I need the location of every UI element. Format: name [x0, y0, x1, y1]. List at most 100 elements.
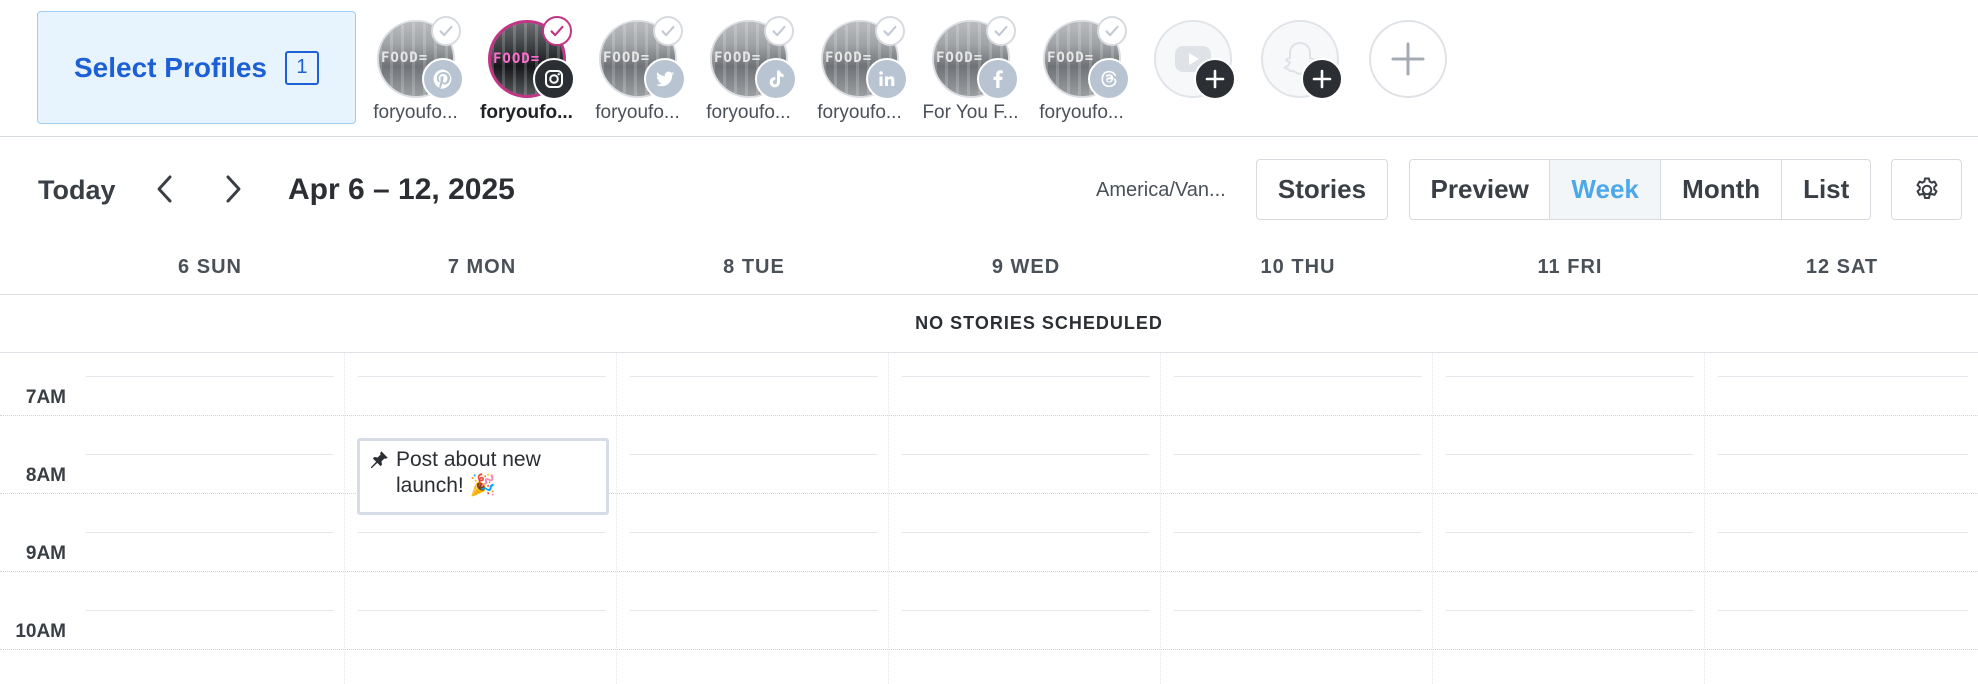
profile-name: foryoufo...: [480, 102, 573, 123]
plus-icon: [1301, 58, 1343, 100]
day-header-tue: 8 TUE: [723, 256, 785, 278]
avatar-logo-text: FOOD=: [381, 50, 429, 66]
linkedin-icon: [866, 58, 908, 100]
day-header-thu: 10 THU: [1260, 256, 1336, 278]
day-header-fri: 11 FRI: [1537, 256, 1603, 278]
grid-line: [1718, 454, 1968, 455]
avatar-logo-text: FOOD=: [493, 51, 541, 67]
profile-twitter[interactable]: FOOD= foryoufo...: [582, 16, 693, 130]
instagram-icon: [533, 58, 575, 100]
add-snapchat-profile-button[interactable]: [1261, 20, 1343, 100]
next-week-button[interactable]: [213, 169, 253, 209]
column-divider: [1704, 353, 1705, 684]
profile-tiktok[interactable]: FOOD= foryoufo...: [693, 16, 804, 130]
no-stories-text: NO STORIES SCHEDULED: [915, 313, 1163, 333]
profile-instagram[interactable]: FOOD= foryoufo...: [471, 16, 582, 130]
grid-line: [0, 649, 1978, 650]
view-week-button[interactable]: Week: [1550, 160, 1661, 219]
profile-threads[interactable]: FOOD= foryoufo...: [1026, 16, 1137, 130]
profile-name: foryoufo...: [706, 102, 791, 123]
add-youtube-profile-button[interactable]: [1154, 20, 1236, 100]
grid-line: [0, 415, 1978, 416]
settings-button[interactable]: [1891, 159, 1962, 220]
grid-line: [358, 532, 606, 533]
grid-line: [1174, 610, 1422, 611]
grid-line: [902, 454, 1150, 455]
chevron-right-icon: [226, 175, 241, 203]
grid-line: [86, 376, 334, 377]
grid-line: [358, 376, 606, 377]
calendar-toolbar: Today Apr 6 – 12, 2025 America/Van... St…: [0, 137, 1978, 239]
grid-line: [1174, 376, 1422, 377]
plus-icon: [1391, 42, 1425, 76]
grid-line: [630, 376, 878, 377]
grid-line: [0, 571, 1978, 572]
check-icon: [653, 16, 683, 46]
timezone-selector[interactable]: America/Van...: [1096, 179, 1226, 202]
avatar-logo-text: FOOD=: [936, 50, 984, 66]
avatar-logo-text: FOOD=: [714, 50, 762, 66]
scheduled-post[interactable]: Post about new launch! 🎉: [357, 438, 609, 515]
pin-icon: [370, 451, 388, 469]
avatar-logo-text: FOOD=: [1047, 50, 1095, 66]
avatar-logo-text: FOOD=: [603, 50, 651, 66]
select-profiles-label: Select Profiles: [74, 51, 267, 83]
select-profiles-button[interactable]: Select Profiles 1: [37, 11, 356, 124]
grid-line: [630, 610, 878, 611]
column-divider: [344, 353, 345, 684]
avatar-logo-text: FOOD=: [825, 50, 873, 66]
selected-count-badge: 1: [284, 50, 319, 85]
check-icon: [542, 16, 572, 46]
stories-row: NO STORIES SCHEDULED: [0, 295, 1978, 353]
profile-facebook[interactable]: FOOD= For You F...: [915, 16, 1026, 130]
tiktok-icon: [755, 58, 797, 100]
grid-line: [358, 610, 606, 611]
day-header-mon: 7 MON: [447, 256, 517, 278]
column-divider: [1160, 353, 1161, 684]
check-icon: [1097, 16, 1127, 46]
grid-line: [902, 532, 1150, 533]
view-preview-button[interactable]: Preview: [1410, 160, 1551, 219]
grid-line: [86, 610, 334, 611]
profiles-bar: Select Profiles 1 FOOD= foryoufo... FOOD…: [0, 0, 1978, 137]
view-switcher: Preview Week Month List: [1409, 159, 1871, 220]
column-divider: [1432, 353, 1433, 684]
profile-name: foryoufo...: [595, 102, 680, 123]
column-divider: [616, 353, 617, 684]
view-month-button[interactable]: Month: [1661, 160, 1783, 219]
grid-line: [630, 454, 878, 455]
grid-line: [1718, 376, 1968, 377]
profile-linkedin[interactable]: FOOD= foryoufo...: [804, 16, 915, 130]
grid-line: [1446, 376, 1694, 377]
day-header-wed: 9 WED: [991, 256, 1061, 278]
day-header-sat: 12 SAT: [1805, 256, 1879, 278]
day-headers: 6 SUN 7 MON 8 TUE 9 WED 10 THU 11 FRI 12…: [0, 250, 1978, 295]
add-profile-button[interactable]: [1369, 20, 1447, 98]
grid-line: [902, 610, 1150, 611]
grid-line: [630, 532, 878, 533]
threads-icon: [1088, 58, 1130, 100]
date-range-title: Apr 6 – 12, 2025: [288, 173, 515, 206]
profile-name: foryoufo...: [1039, 102, 1124, 123]
previous-week-button[interactable]: [145, 169, 185, 209]
post-title: Post about new launch! 🎉: [396, 448, 541, 497]
twitter-icon: [644, 58, 686, 100]
hour-label: 9AM: [25, 543, 66, 564]
check-icon: [986, 16, 1016, 46]
day-header-sun: 6 SUN: [178, 256, 242, 278]
hour-label: 7AM: [25, 387, 66, 408]
profile-name: foryoufo...: [373, 102, 458, 123]
grid-line: [1174, 532, 1422, 533]
stories-button[interactable]: Stories: [1256, 159, 1388, 220]
profile-pinterest[interactable]: FOOD= foryoufo...: [360, 16, 471, 130]
check-icon: [431, 16, 461, 46]
view-list-button[interactable]: List: [1782, 160, 1870, 219]
grid-line: [1446, 532, 1694, 533]
grid-line: [86, 454, 334, 455]
facebook-icon: [977, 58, 1019, 100]
check-icon: [875, 16, 905, 46]
check-icon: [764, 16, 794, 46]
pinterest-icon: [422, 58, 464, 100]
today-button[interactable]: Today: [38, 175, 116, 206]
grid-line: [902, 376, 1150, 377]
